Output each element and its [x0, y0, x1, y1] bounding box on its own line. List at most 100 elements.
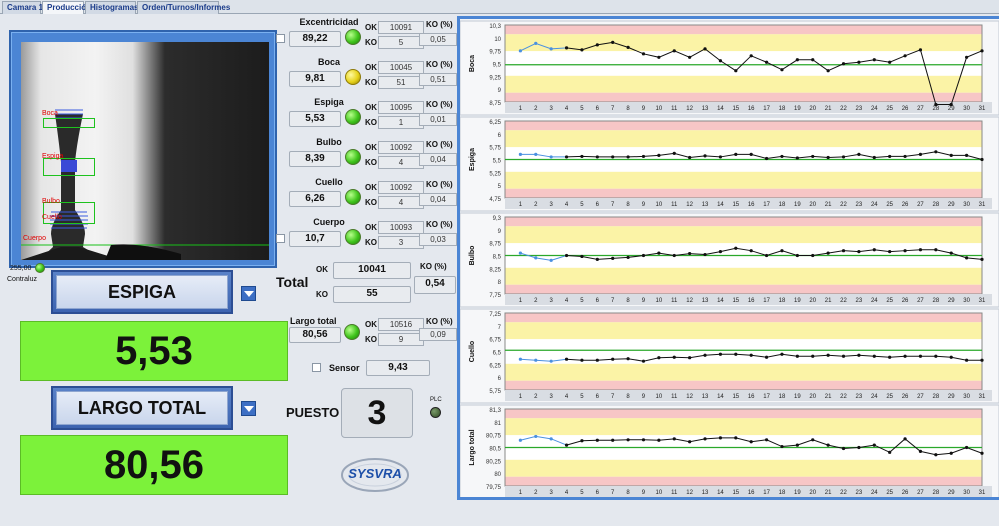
overlay-box-espiga — [43, 158, 95, 176]
measure-name-espiga: Espiga — [314, 97, 344, 107]
measure-ko-label-cuerpo: KO — [365, 238, 377, 247]
data-point — [780, 154, 784, 159]
band-red-bottom — [505, 476, 982, 486]
measure-led-bulbo — [345, 149, 361, 165]
data-point — [965, 445, 969, 450]
tab-orden-turnos-informes[interactable]: Orden/Turnos/Informes — [137, 1, 230, 14]
total-ko-label: KO — [316, 290, 328, 299]
measure-ok-label-boca: OK — [365, 63, 377, 72]
measure-ko-value-cuerpo: 3 — [378, 236, 424, 249]
selector-espiga-dropdown[interactable] — [241, 286, 256, 301]
y-axis-label: Espiga — [469, 148, 476, 171]
light-led — [35, 263, 45, 273]
measure-value-excentricidad: 89,22 — [289, 31, 341, 47]
data-point — [718, 59, 723, 63]
y-tick-label: 80 — [494, 472, 501, 478]
measure-value-boca: 9,81 — [289, 71, 341, 87]
x-tick-label: 24 — [871, 202, 878, 208]
data-point — [903, 437, 907, 441]
data-point — [703, 47, 707, 51]
data-point — [857, 152, 861, 156]
band-yellow-top — [505, 226, 982, 244]
data-point — [534, 358, 538, 362]
data-point — [657, 356, 661, 360]
x-tick-label: 17 — [763, 202, 770, 208]
data-point — [795, 156, 799, 160]
chart-espiga: 6,2565,755,55,2554,75Espiga1 2 3 4 5 6 7 8 9 10 11… — [459, 116, 999, 212]
x-tick-label: 14 — [717, 106, 724, 112]
data-point — [688, 440, 692, 444]
largo-total-ko-pct-label: KO (%) — [426, 317, 453, 326]
y-tick-label: 6,25 — [489, 120, 501, 126]
data-point — [611, 256, 615, 260]
data-point — [780, 444, 784, 449]
x-tick-label: 16 — [748, 394, 755, 400]
x-tick-label: 28 — [932, 490, 939, 496]
data-point — [534, 152, 538, 156]
selector-largo-total-button[interactable]: LARGO TOTAL — [51, 386, 233, 430]
data-point — [534, 256, 538, 260]
x-tick-label: 30 — [963, 490, 970, 496]
x-tick-label: 10 — [656, 298, 663, 304]
tab-camara-1[interactable]: Camara 1 — [2, 1, 43, 14]
data-point — [826, 353, 830, 357]
x-tick-label: 22 — [840, 490, 847, 496]
x-tick-label: 21 — [825, 490, 832, 496]
measure-ko-label-espiga: KO — [365, 118, 377, 127]
x-tick-label: 22 — [840, 394, 847, 400]
data-point — [626, 438, 630, 442]
sensor-checkbox[interactable] — [312, 363, 321, 372]
x-tick-label: 20 — [809, 490, 816, 496]
x-tick-label: 27 — [917, 106, 924, 112]
data-point — [611, 438, 615, 442]
x-tick-label: 10 — [656, 490, 663, 496]
measure-checkbox-excentricidad[interactable] — [276, 34, 285, 43]
data-point — [641, 52, 646, 56]
data-point — [872, 58, 876, 62]
x-tick-label: 13 — [702, 394, 709, 400]
data-point — [626, 155, 630, 159]
x-tick-label: 12 — [686, 394, 693, 400]
data-point — [826, 69, 830, 73]
data-point — [611, 155, 615, 159]
tab-bar: Camara 1 Producción Histogramas Orden/Tu… — [0, 0, 999, 15]
data-point — [688, 356, 692, 360]
x-tick-label: 29 — [948, 490, 955, 496]
selector-espiga-button[interactable]: ESPIGA — [51, 270, 233, 314]
data-point — [826, 155, 830, 160]
tab-histogramas[interactable]: Histogramas — [85, 1, 138, 14]
y-tick-label: 8,5 — [493, 255, 502, 261]
data-point — [918, 248, 923, 252]
y-tick-label: 9,75 — [489, 50, 501, 56]
measure-led-cuerpo — [345, 229, 361, 245]
x-tick-label: 16 — [748, 298, 755, 304]
data-point — [949, 451, 953, 455]
data-point — [872, 354, 876, 358]
data-point — [857, 353, 861, 357]
data-point — [980, 157, 984, 162]
measure-ko-pct-label-excentricidad: KO (%) — [426, 20, 453, 29]
y-tick-label: 5,75 — [489, 389, 501, 395]
x-tick-label: 23 — [856, 394, 863, 400]
x-tick-label: 24 — [871, 490, 878, 496]
x-tick-label: 21 — [825, 298, 832, 304]
overlay-label-espiga: Espiga — [42, 153, 64, 160]
data-point — [811, 438, 815, 442]
data-point — [965, 153, 969, 157]
x-tick-label: 21 — [825, 202, 832, 208]
x-tick-label: 17 — [763, 298, 770, 304]
x-tick-label: 28 — [932, 106, 939, 112]
x-tick-label: 19 — [794, 202, 801, 208]
band-red-top — [505, 313, 982, 323]
x-tick-label: 17 — [763, 106, 770, 112]
measure-checkbox-cuerpo[interactable] — [276, 234, 285, 243]
tab-produccion[interactable]: Producción — [42, 1, 91, 15]
largo-total-ko-value: 9 — [378, 333, 424, 346]
largo-total-ko-label: KO — [365, 335, 377, 344]
selector-largo-total-dropdown[interactable] — [241, 401, 256, 416]
data-point — [764, 60, 769, 64]
data-point — [934, 150, 938, 154]
x-tick-label: 13 — [702, 490, 709, 496]
data-point — [703, 154, 707, 158]
x-tick-label: 31 — [979, 394, 986, 400]
